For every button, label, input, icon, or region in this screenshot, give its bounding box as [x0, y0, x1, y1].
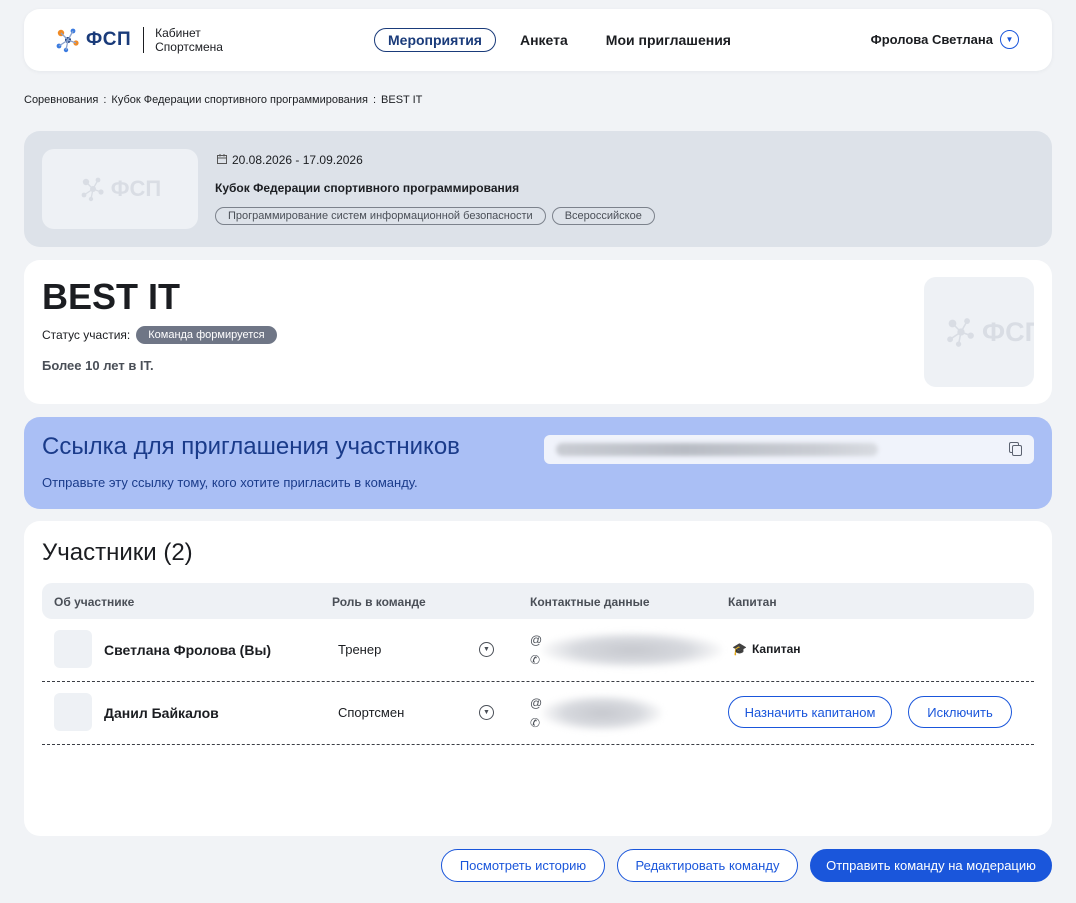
participant-role: Спортсмен — [338, 705, 405, 720]
invite-title: Ссылка для приглашения участников — [42, 433, 460, 460]
chevron-down-icon[interactable]: ▼ — [479, 642, 494, 657]
invite-link-field[interactable] — [544, 435, 1034, 464]
column-header-contacts: Контактные данные — [530, 595, 650, 609]
fsp-logo-icon: ФСП — [944, 315, 1034, 349]
event-title[interactable]: Кубок Федерации спортивного программиров… — [215, 181, 519, 195]
invite-link-blurred — [556, 443, 878, 456]
at-icon: @ — [530, 696, 543, 710]
fsp-logo-icon: ФСП — [79, 175, 161, 203]
submit-moderation-button[interactable]: Отправить команду на модерацию — [810, 849, 1052, 882]
invite-subtitle: Отправьте эту ссылку тому, кого хотите п… — [42, 475, 418, 490]
view-history-button[interactable]: Посмотреть историю — [441, 849, 605, 882]
contact-icons: @ ✆ — [530, 693, 542, 733]
participant-role: Тренер — [338, 642, 382, 657]
event-logo: ФСП — [42, 149, 198, 229]
participation-status: Статус участия: Команда формируется — [42, 326, 277, 344]
participants-card: Участники (2) Об участнике Роль в команд… — [24, 521, 1052, 836]
exclude-button[interactable]: Исключить — [908, 696, 1012, 728]
status-badge: Команда формируется — [136, 326, 277, 344]
faded-logo-text: ФСП — [982, 316, 1034, 347]
avatar — [54, 630, 92, 668]
column-header-captain: Капитан — [728, 595, 777, 609]
event-tag-discipline: Программирование систем информационной б… — [215, 207, 546, 225]
column-header-role: Роль в команде — [332, 595, 426, 609]
contact-icons: @ ✆ — [530, 630, 542, 670]
participant-name: Данил Байкалов — [104, 705, 219, 721]
team-name: BEST IT — [42, 276, 181, 317]
captain-text: Капитан — [751, 642, 801, 656]
chevron-down-icon[interactable]: ▼ — [479, 705, 494, 720]
participants-title: Участники (2) — [42, 539, 193, 566]
team-description: Более 10 лет в IT. — [42, 358, 154, 373]
team-logo: ФСП — [924, 277, 1034, 387]
logo-caption-line1: Кабинет — [155, 26, 201, 40]
fsp-logo-icon — [54, 26, 82, 54]
copy-icon[interactable] — [1009, 442, 1023, 457]
logo-divider — [143, 27, 145, 53]
table-row: Данил Байкалов Спортсмен ▼ @ ✆ Назначить… — [42, 683, 1034, 745]
event-tags: Программирование систем информационной б… — [215, 207, 661, 225]
edit-team-button[interactable]: Редактировать команду — [617, 849, 798, 882]
phone-icon: ✆ — [530, 653, 541, 667]
event-tag-level: Всероссийское — [551, 207, 655, 225]
breadcrumb: Соревнования: Кубок Федерации спортивного… — [24, 94, 422, 106]
table-header: Об участнике Роль в команде Контактные д… — [42, 583, 1034, 619]
breadcrumb-separator: : — [372, 94, 377, 106]
table-row: Светлана Фролова (Вы) Тренер ▼ @ ✆ 🎓 Кап… — [42, 620, 1034, 682]
fsp-logo[interactable]: ФСП Кабинет Спортсмена — [54, 26, 223, 54]
main-nav: Мероприятия Анкета Мои приглашения — [374, 28, 769, 52]
column-header-about: Об участнике — [54, 595, 135, 609]
logo-text: ФСП — [86, 29, 132, 50]
logo-caption-line2: Спортсмена — [155, 40, 223, 54]
team-card: BEST IT Статус участия: Команда формируе… — [24, 260, 1052, 404]
nav-item-events[interactable]: Мероприятия — [374, 28, 496, 52]
contact-data-blurred — [542, 632, 722, 668]
event-dates-text: 20.08.2026 - 17.09.2026 — [232, 153, 363, 167]
status-label: Статус участия: — [42, 328, 131, 342]
captain-label: 🎓 Капитан — [732, 642, 801, 656]
make-captain-button[interactable]: Назначить капитаном — [728, 696, 892, 728]
graduation-cap-icon: 🎓 — [732, 642, 747, 656]
calendar-icon — [217, 153, 227, 167]
breadcrumb-item-current: BEST IT — [381, 94, 423, 106]
nav-item-profile[interactable]: Анкета — [520, 30, 568, 50]
breadcrumb-separator: : — [103, 94, 107, 106]
logo-caption: Кабинет Спортсмена — [155, 26, 223, 54]
breadcrumb-item-competitions[interactable]: Соревнования — [24, 94, 98, 106]
event-card: ФСП 20.08.2026 - 17.09.2026 Кубок Федера… — [24, 131, 1052, 247]
user-name: Фролова Светлана — [870, 32, 993, 47]
top-header: ФСП Кабинет Спортсмена Мероприятия Анкет… — [24, 9, 1052, 71]
user-menu[interactable]: Фролова Светлана ▼ — [871, 30, 1019, 49]
phone-icon: ✆ — [530, 716, 541, 730]
faded-logo-text: ФСП — [110, 176, 162, 201]
contact-data-blurred — [542, 695, 662, 731]
event-dates: 20.08.2026 - 17.09.2026 — [217, 153, 363, 167]
avatar — [54, 693, 92, 731]
chevron-down-icon[interactable]: ▼ — [1000, 30, 1019, 49]
breadcrumb-item-cup[interactable]: Кубок Федерации спортивного программиров… — [111, 94, 368, 106]
participant-name: Светлана Фролова (Вы) — [104, 642, 272, 658]
invite-card: Ссылка для приглашения участников Отправ… — [24, 417, 1052, 509]
nav-item-invitations[interactable]: Мои приглашения — [606, 30, 731, 50]
at-icon: @ — [530, 633, 543, 647]
